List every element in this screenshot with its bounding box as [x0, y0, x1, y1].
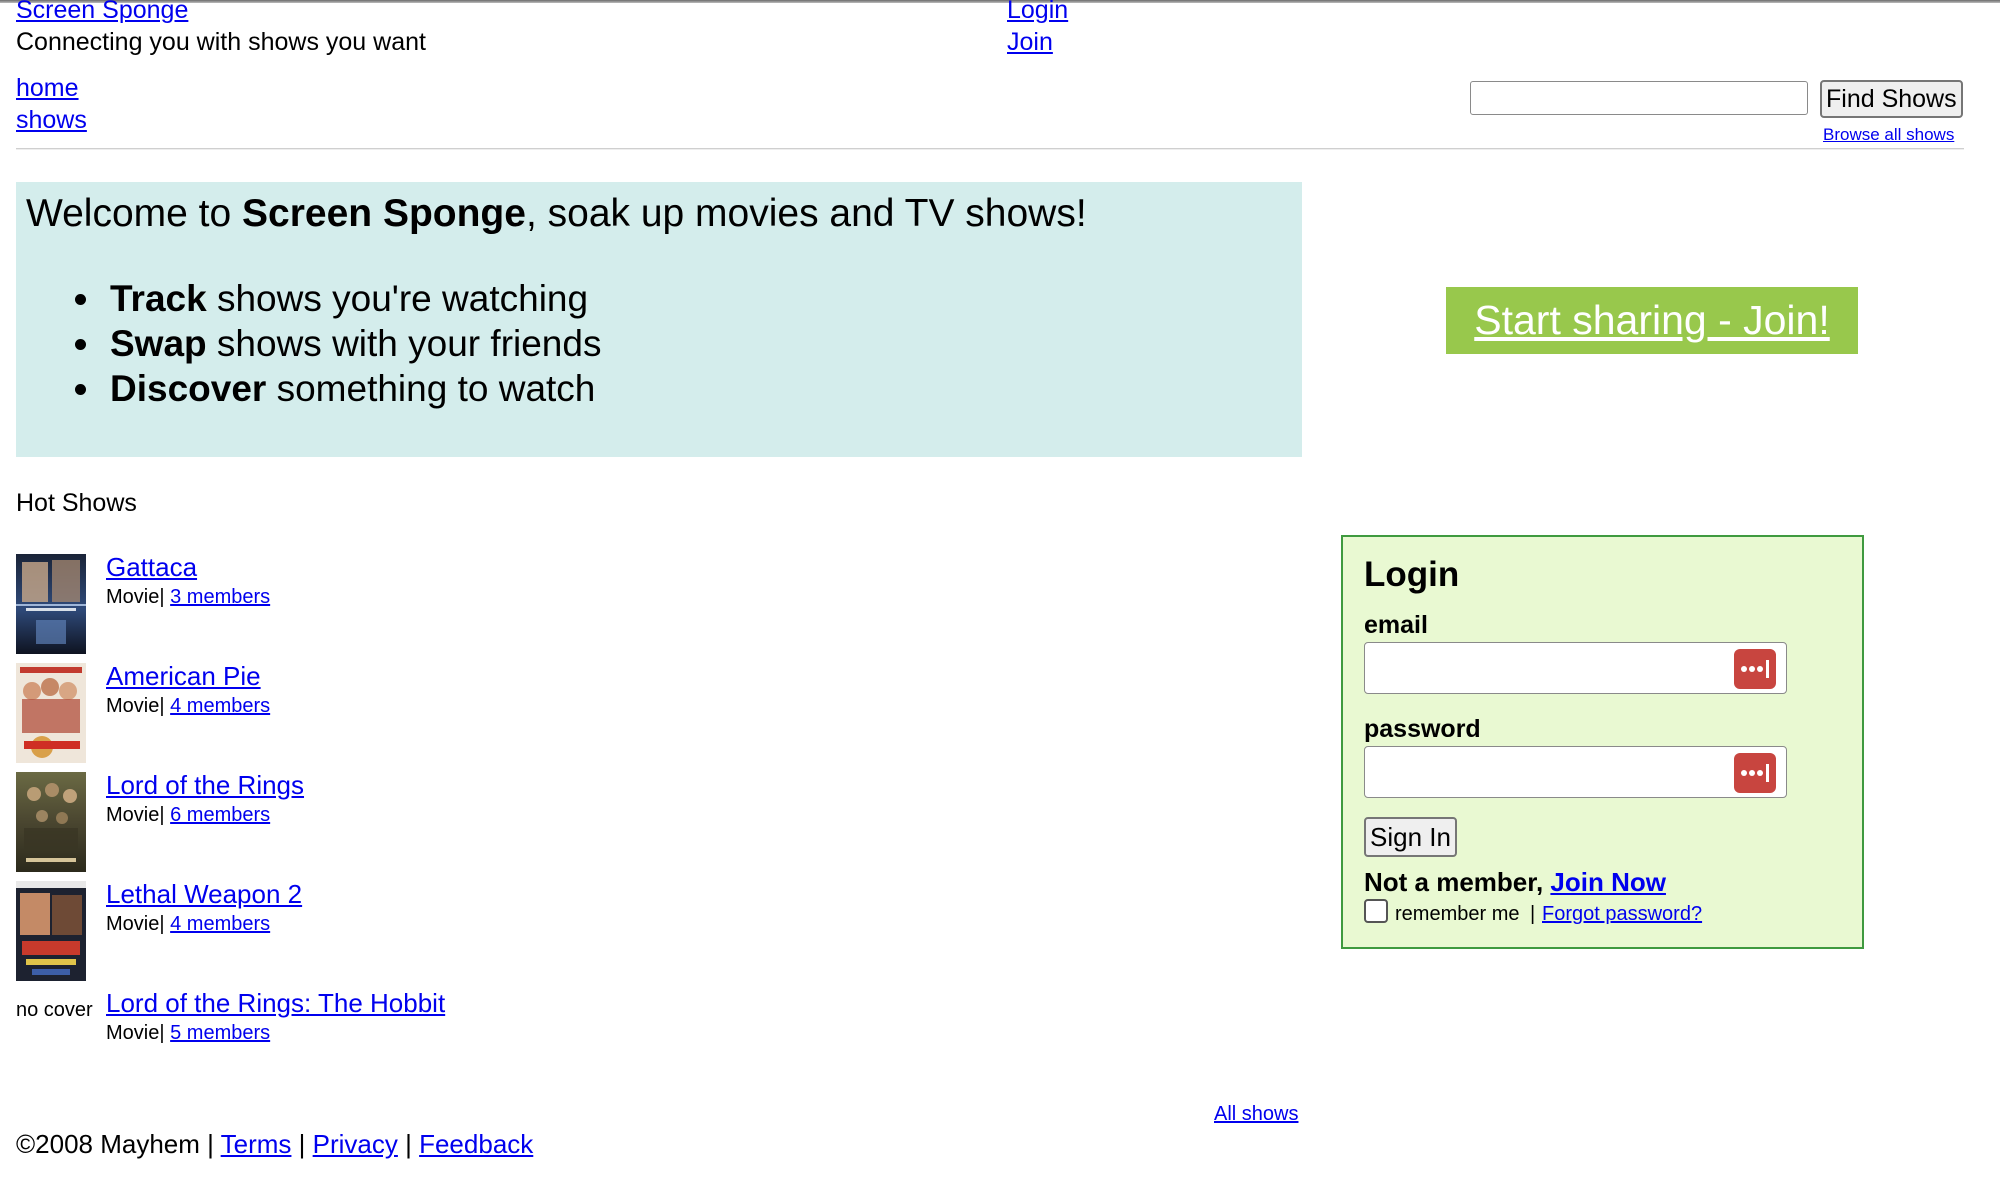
top-border: [0, 0, 2000, 3]
email-label: email: [1364, 611, 1428, 639]
email-field[interactable]: [1365, 643, 1725, 691]
feature-item-track: Track shows you're watching: [104, 276, 601, 321]
feature-text: shows with your friends: [206, 323, 602, 364]
welcome-panel: Welcome to Screen Sponge, soak up movies…: [16, 182, 1302, 457]
terms-link[interactable]: Terms: [221, 1129, 292, 1159]
password-field-wrapper: [1364, 746, 1787, 798]
footer: ©2008 Mayhem | Terms | Privacy | Feedbac…: [16, 1129, 533, 1160]
feedback-link[interactable]: Feedback: [419, 1129, 533, 1159]
show-item-lethal-weapon-2: Lethal Weapon 2 Movie| 4 members: [16, 879, 916, 981]
show-meta: Movie| 4 members: [106, 913, 270, 936]
show-title-link[interactable]: Lord of the Rings: [106, 770, 304, 801]
show-type: Movie: [106, 586, 160, 608]
join-now-link[interactable]: Join Now: [1550, 867, 1666, 897]
header-login-link[interactable]: Login: [1007, 0, 1068, 25]
email-field-wrapper: [1364, 642, 1787, 694]
show-members-link[interactable]: 6 members: [170, 804, 270, 826]
feature-list: Track shows you're watching Swap shows w…: [78, 276, 601, 411]
show-item-lord-of-the-rings: Lord of the Rings Movie| 6 members: [16, 770, 916, 872]
feature-keyword: Discover: [110, 368, 267, 409]
privacy-link[interactable]: Privacy: [313, 1129, 398, 1159]
show-type: Movie: [106, 695, 160, 717]
show-type: Movie: [106, 913, 160, 935]
search-input[interactable]: [1470, 81, 1808, 115]
find-shows-button[interactable]: Find Shows: [1820, 80, 1963, 118]
meta-separator: |: [159, 1022, 165, 1044]
lethal-weapon-2-poster-thumbnail[interactable]: [16, 881, 86, 981]
show-title-link[interactable]: Gattaca: [106, 552, 197, 583]
password-manager-icon[interactable]: [1734, 649, 1776, 689]
welcome-heading: Welcome to Screen Sponge, soak up movies…: [26, 192, 1087, 236]
welcome-heading-brand: Screen Sponge: [242, 192, 526, 235]
feature-text: something to watch: [266, 368, 596, 409]
feature-item-discover: Discover something to watch: [104, 366, 601, 411]
footer-separator: |: [199, 1129, 221, 1159]
meta-separator: |: [159, 913, 165, 935]
feature-keyword: Track: [110, 278, 207, 319]
show-members-link[interactable]: 4 members: [170, 913, 270, 935]
all-shows-link[interactable]: All shows: [1214, 1103, 1298, 1126]
meta-separator: |: [159, 586, 165, 608]
site-tagline: Connecting you with shows you want: [16, 28, 426, 56]
lord-of-the-rings-poster-thumbnail[interactable]: [16, 772, 86, 872]
site-title-link[interactable]: Screen Sponge: [16, 0, 188, 25]
gattaca-poster-thumbnail[interactable]: [16, 554, 86, 654]
show-item-american-pie: American Pie Movie| 4 members: [16, 661, 916, 763]
sign-in-button[interactable]: Sign In: [1364, 817, 1457, 857]
nav-shows-link[interactable]: shows: [16, 106, 87, 135]
show-item-gattaca: Gattaca Movie| 3 members: [16, 552, 916, 654]
show-title-link[interactable]: Lord of the Rings: The Hobbit: [106, 988, 445, 1019]
american-pie-poster-thumbnail[interactable]: [16, 663, 86, 763]
feature-item-swap: Swap shows with your friends: [104, 321, 601, 366]
password-manager-icon[interactable]: [1734, 753, 1776, 793]
header-divider: [16, 148, 1964, 150]
forgot-password-link[interactable]: Forgot password?: [1542, 903, 1702, 926]
hot-shows-heading: Hot Shows: [16, 489, 137, 517]
copyright-text: ©2008 Mayhem: [16, 1129, 200, 1159]
meta-separator: |: [159, 804, 165, 826]
show-meta: Movie| 6 members: [106, 804, 270, 827]
welcome-heading-prefix: Welcome to: [26, 192, 243, 235]
login-heading: Login: [1364, 555, 1460, 594]
not-member-prompt: Not a member, Join Now: [1364, 867, 1666, 898]
show-meta: Movie| 3 members: [106, 586, 270, 609]
show-meta: Movie| 4 members: [106, 695, 270, 718]
show-title-link[interactable]: American Pie: [106, 661, 261, 692]
footer-separator: |: [291, 1129, 313, 1159]
login-panel: Login email password Sign In Not a membe…: [1341, 535, 1864, 949]
show-item-hobbit: no cover Lord of the Rings: The Hobbit M…: [16, 988, 916, 1090]
join-banner: Start sharing - Join!: [1446, 287, 1858, 354]
show-members-link[interactable]: 4 members: [170, 695, 270, 717]
feature-text: shows you're watching: [206, 278, 589, 319]
nav-home-link[interactable]: home: [16, 74, 79, 103]
show-members-link[interactable]: 5 members: [170, 1022, 270, 1044]
feature-keyword: Swap: [110, 323, 207, 364]
show-type: Movie: [106, 804, 160, 826]
show-type: Movie: [106, 1022, 160, 1044]
password-field[interactable]: [1365, 747, 1725, 795]
remember-me-checkbox[interactable]: [1364, 899, 1388, 923]
password-label: password: [1364, 715, 1481, 743]
header-join-link[interactable]: Join: [1007, 28, 1053, 57]
welcome-heading-suffix: , soak up movies and TV shows!: [525, 192, 1087, 235]
not-member-text: Not a member,: [1364, 867, 1551, 897]
meta-separator: |: [159, 695, 165, 717]
no-cover-placeholder: no cover: [16, 999, 93, 1021]
show-title-link[interactable]: Lethal Weapon 2: [106, 879, 302, 910]
remember-me-label: remember me: [1395, 903, 1520, 925]
footer-separator: |: [397, 1129, 420, 1159]
separator: |: [1530, 903, 1536, 925]
start-sharing-join-link[interactable]: Start sharing - Join!: [1474, 297, 1830, 344]
show-members-link[interactable]: 3 members: [170, 586, 270, 608]
browse-all-shows-link[interactable]: Browse all shows: [1823, 125, 1954, 145]
show-meta: Movie| 5 members: [106, 1022, 270, 1045]
